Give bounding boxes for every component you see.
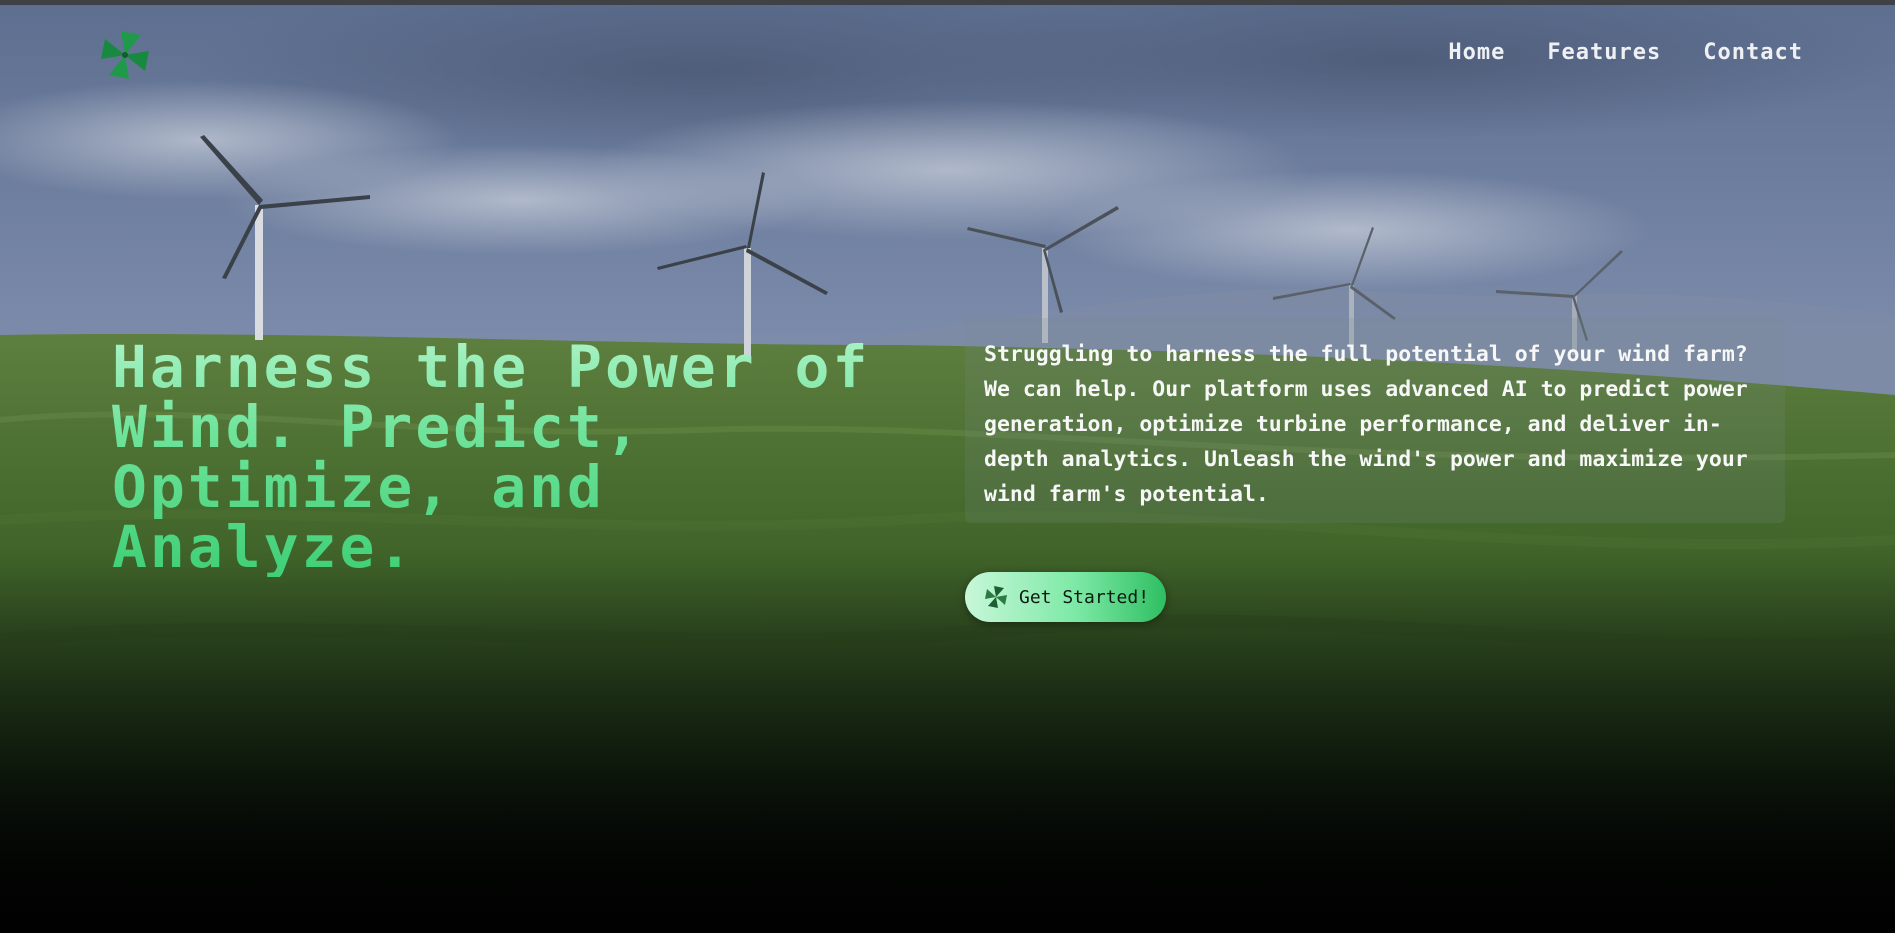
hero-section: Home Features Contact Harness the Power …	[0, 0, 1895, 933]
get-started-button[interactable]: Get Started!	[965, 572, 1166, 622]
hero-headline: Harness the Power of Wind. Predict, Opti…	[112, 337, 912, 577]
get-started-label: Get Started!	[1019, 586, 1150, 608]
pinwheel-icon	[983, 584, 1009, 610]
nav-link-contact[interactable]: Contact	[1703, 40, 1803, 65]
top-navigation: Home Features Contact	[1448, 40, 1803, 65]
window-top-strip	[0, 0, 1895, 5]
nav-link-home[interactable]: Home	[1448, 40, 1505, 65]
hero-description: Struggling to harness the full potential…	[984, 342, 1748, 507]
pinwheel-icon[interactable]	[98, 28, 152, 82]
nav-link-features[interactable]: Features	[1547, 40, 1661, 65]
